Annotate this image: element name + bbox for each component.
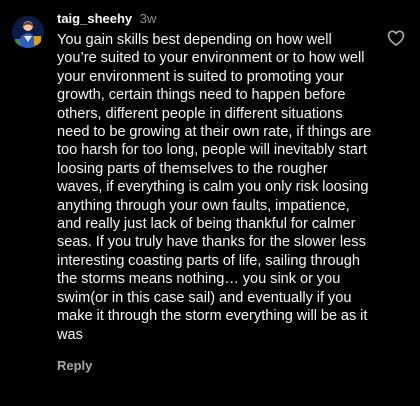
comment-text: You gain skills best depending on how we… xyxy=(57,32,372,343)
comment-timestamp: 3w xyxy=(139,11,157,26)
profile-avatar-icon xyxy=(12,16,44,48)
like-button[interactable] xyxy=(386,28,406,48)
comment-body: taig_sheehy 3w You gain skills best depe… xyxy=(57,10,375,374)
comment-meta: taig_sheehy 3w xyxy=(57,10,375,28)
heart-outline-icon xyxy=(387,30,405,46)
comment: taig_sheehy 3w You gain skills best depe… xyxy=(0,0,420,406)
reply-button[interactable]: Reply xyxy=(57,358,375,374)
username-link[interactable]: taig_sheehy xyxy=(57,11,132,26)
avatar[interactable] xyxy=(12,16,44,48)
